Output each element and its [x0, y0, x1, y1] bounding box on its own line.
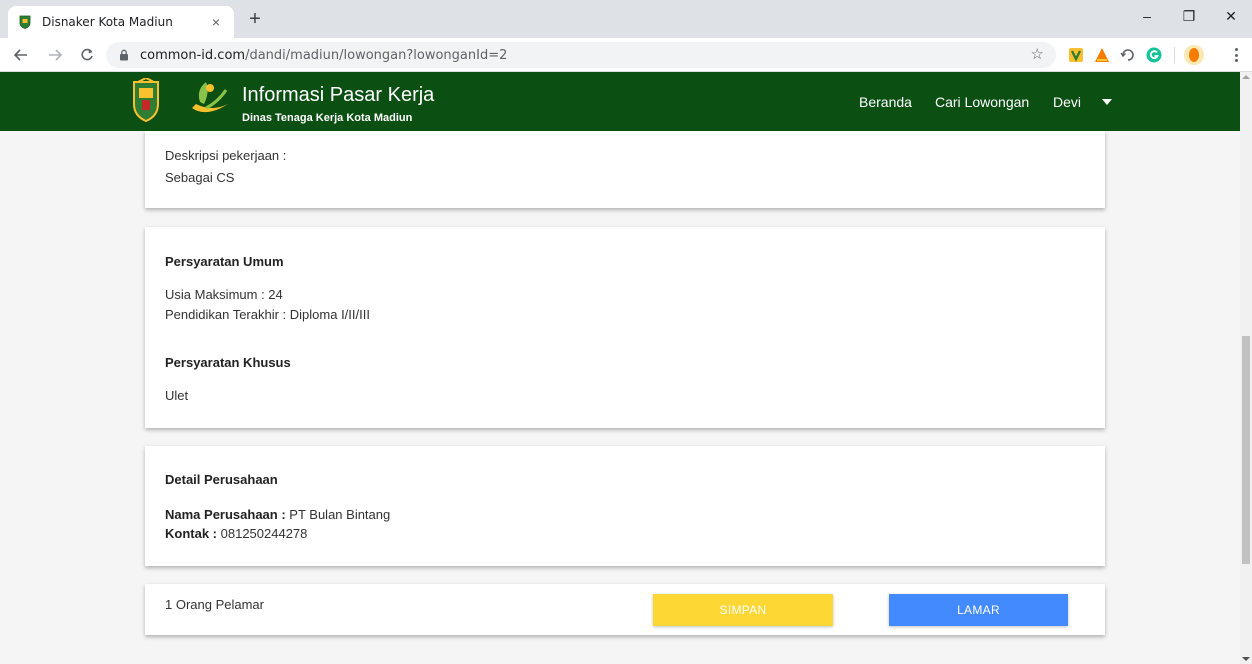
apply-button[interactable]: LAMAR [889, 594, 1068, 626]
page-scrollbar[interactable] [1240, 72, 1252, 664]
window-controls: – ❐ ✕ [1126, 0, 1252, 32]
education-requirement: Pendidikan Terakhir : Diploma I/II/III [165, 307, 370, 322]
special-requirements-heading: Persyaratan Khusus [165, 355, 291, 370]
extension-history-icon[interactable] [1120, 47, 1136, 63]
age-requirement: Usia Maksimum : 24 [165, 287, 283, 302]
tab-close-icon[interactable]: × [208, 14, 224, 30]
window-close-icon[interactable]: ✕ [1210, 0, 1252, 32]
browser-menu-icon[interactable] [1228, 46, 1244, 64]
madiun-seal-logo[interactable] [132, 78, 160, 122]
company-contact-value: 081250244278 [220, 526, 308, 541]
forward-icon[interactable] [46, 46, 64, 64]
action-card: 1 Orang Pelamar SIMPAN LAMAR [145, 584, 1105, 635]
company-name-label: Nama Perusahaan : [165, 507, 286, 522]
site-subtitle: Dinas Tenaga Kerja Kota Madiun [242, 112, 413, 124]
browser-tabstrip: Disnaker Kota Madiun × + – ❐ ✕ [0, 0, 1252, 38]
special-requirement-value: Ulet [165, 388, 189, 403]
browser-tab[interactable]: Disnaker Kota Madiun × [8, 6, 234, 38]
company-contact-row: Kontak : 081250244278 [165, 526, 307, 541]
site-favicon-icon [19, 15, 31, 29]
address-bar[interactable]: common-id.com/dandi/madiun/lowongan?lowo… [106, 42, 1056, 68]
nav-user-menu[interactable]: Devi [1053, 94, 1081, 110]
company-card: Detail Perusahaan Nama Perusahaan : PT B… [145, 446, 1105, 566]
new-tab-icon[interactable]: + [244, 9, 266, 29]
description-value: Sebagai CS [165, 170, 235, 185]
site-header: Informasi Pasar Kerja Dinas Tenaga Kerja… [0, 72, 1240, 131]
extension-triangle-icon[interactable] [1094, 47, 1110, 63]
nav-cari-lowongan[interactable]: Cari Lowongan [935, 94, 1029, 110]
chevron-down-icon[interactable] [1102, 99, 1112, 105]
scroll-down-arrow-icon[interactable] [1242, 657, 1250, 661]
bookmark-star-icon[interactable]: ☆ [1031, 45, 1044, 63]
url-text: common-id.com/dandi/madiun/lowongan?lowo… [140, 48, 507, 63]
extension-grammarly-icon[interactable] [1146, 47, 1162, 63]
scrollbar-thumb[interactable] [1242, 336, 1250, 564]
profile-avatar-icon[interactable] [1184, 45, 1204, 65]
scroll-up-arrow-icon[interactable] [1242, 75, 1250, 79]
lock-icon [120, 49, 128, 61]
nav-beranda[interactable]: Beranda [859, 94, 912, 110]
url-path: /dandi/madiun/lowongan?lowonganId=2 [245, 47, 508, 63]
company-name-value: PT Bulan Bintang [289, 507, 391, 522]
minimize-icon[interactable]: – [1126, 0, 1168, 32]
reload-icon[interactable] [78, 46, 96, 64]
requirements-card: Persyaratan Umum Usia Maksimum : 24 Pend… [145, 227, 1105, 428]
save-button[interactable]: SIMPAN [653, 594, 833, 626]
site-title: Informasi Pasar Kerja [242, 84, 435, 106]
toolbar-divider [1174, 47, 1175, 63]
restore-icon[interactable]: ❐ [1168, 0, 1210, 32]
applicant-count: 1 Orang Pelamar [165, 597, 264, 612]
extension-v-icon[interactable] [1068, 47, 1084, 63]
url-domain: common-id.com [140, 47, 246, 63]
description-card: Deskripsi pekerjaan : Sebagai CS [145, 131, 1105, 208]
tab-title: Disnaker Kota Madiun [42, 15, 173, 29]
company-heading: Detail Perusahaan [165, 472, 278, 487]
browser-toolbar: common-id.com/dandi/madiun/lowongan?lowo… [0, 38, 1252, 72]
general-requirements-heading: Persyaratan Umum [165, 254, 284, 269]
company-name-row: Nama Perusahaan : PT Bulan Bintang [165, 507, 390, 522]
description-label: Deskripsi pekerjaan : [165, 148, 287, 163]
company-contact-label: Kontak : [165, 526, 217, 541]
back-icon[interactable] [12, 46, 30, 64]
disnaker-logo[interactable] [186, 78, 232, 122]
